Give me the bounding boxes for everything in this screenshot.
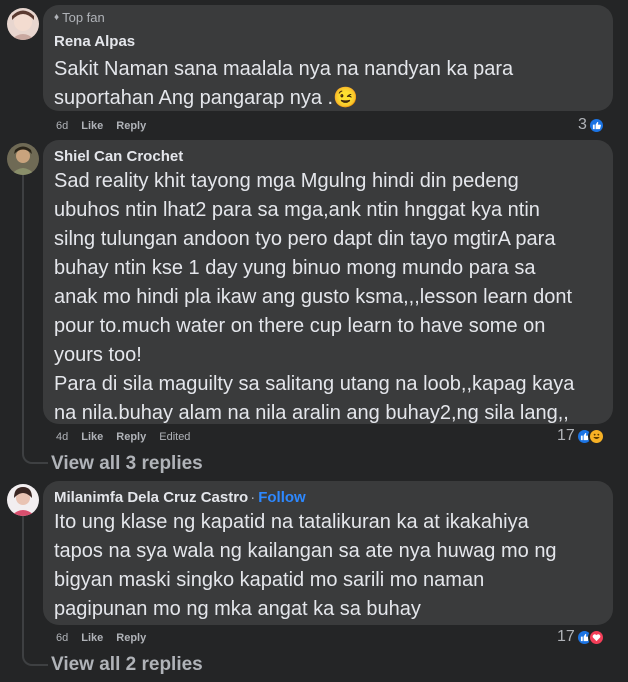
haha-icon — [587, 427, 605, 445]
love-icon — [587, 628, 605, 646]
avatar[interactable] — [7, 8, 39, 40]
comment-author[interactable]: Milanimfa Dela Cruz Castro — [54, 489, 248, 506]
comment-author-line: Milanimfa Dela Cruz Castro · Follow — [54, 489, 306, 506]
view-replies-link[interactable]: View all 2 replies — [51, 654, 203, 676]
comment-author[interactable]: Rena Alpas — [54, 33, 135, 50]
reaction-summary[interactable]: 17 — [557, 427, 605, 445]
reaction-summary[interactable]: 3 — [578, 116, 605, 134]
comment-timestamp[interactable]: 4d — [56, 431, 68, 443]
view-replies-link[interactable]: View all 3 replies — [51, 453, 203, 475]
comment-author[interactable]: Shiel Can Crochet — [54, 148, 183, 165]
edited-label: Edited — [159, 431, 191, 443]
diamond-icon: ♦ — [54, 12, 60, 23]
separator-dot: · — [250, 489, 256, 506]
reaction-count: 3 — [578, 116, 587, 133]
follow-button[interactable]: Follow — [258, 489, 306, 506]
reply-button[interactable]: Reply — [116, 632, 146, 644]
top-fan-badge: ♦ Top fan — [54, 10, 105, 25]
comment-text: Sakit Naman sana maalala nya na nandyan … — [54, 58, 514, 109]
reply-button[interactable]: Reply — [116, 431, 146, 443]
like-button[interactable]: Like — [81, 431, 103, 443]
comment-timestamp[interactable]: 6d — [56, 120, 68, 132]
comment-bubble: Shiel Can Crochet Sad reality khit tayon… — [43, 140, 613, 424]
reaction-count: 17 — [557, 628, 575, 645]
comment-timestamp[interactable]: 6d — [56, 632, 68, 644]
comment-bubble: ♦ Top fan Rena Alpas Sakit Naman sana ma… — [43, 5, 613, 111]
like-icon — [587, 116, 605, 134]
avatar[interactable] — [7, 484, 39, 516]
comment-actions: 6d Like Reply — [56, 120, 146, 132]
comment-actions: 4d Like Reply Edited — [56, 431, 190, 443]
reaction-summary[interactable]: 17 — [557, 628, 605, 646]
avatar[interactable] — [7, 143, 39, 175]
badge-label: Top fan — [62, 10, 105, 25]
comment-actions: 6d Like Reply — [56, 632, 146, 644]
reply-button[interactable]: Reply — [116, 120, 146, 132]
like-button[interactable]: Like — [81, 120, 103, 132]
comment-bubble: Milanimfa Dela Cruz Castro · Follow Ito un… — [43, 481, 613, 625]
reaction-count: 17 — [557, 427, 575, 444]
like-button[interactable]: Like — [81, 632, 103, 644]
comment-text: Ito ung klase ng kapatid na tatalikuran … — [54, 511, 557, 620]
comment-text: Sad reality khit tayong mga Mgulng hindi… — [54, 170, 575, 424]
